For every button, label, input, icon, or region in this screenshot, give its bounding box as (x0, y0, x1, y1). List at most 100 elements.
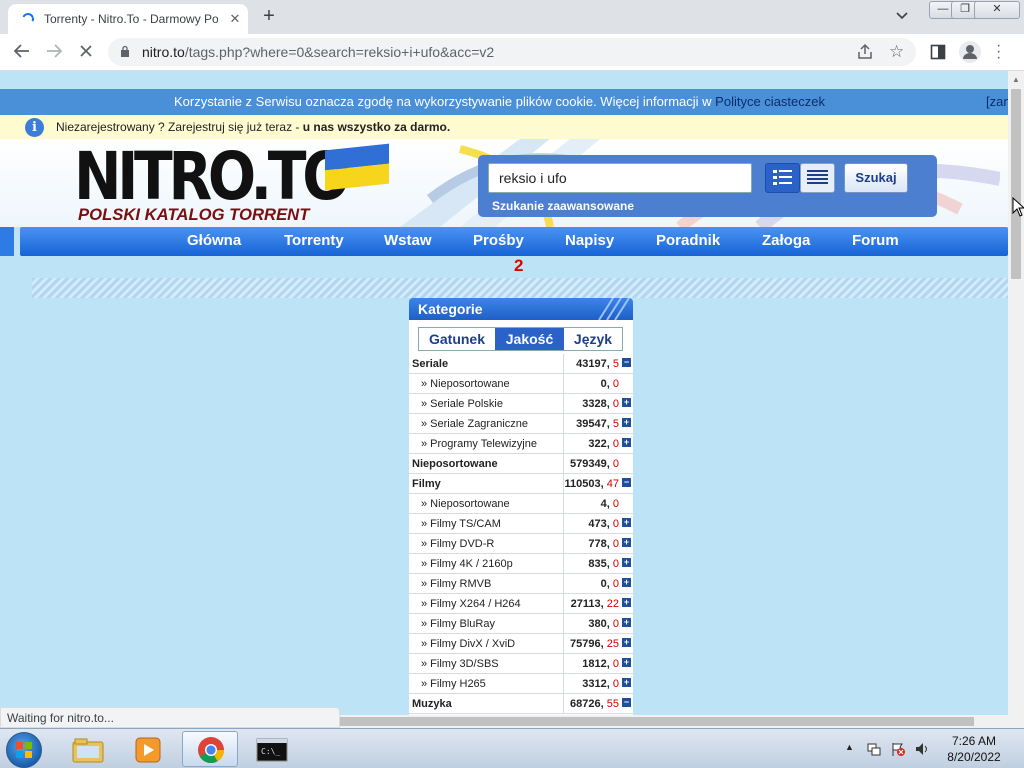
menu-kebab-icon[interactable]: · · · (996, 38, 1001, 66)
expand-icon[interactable]: + (622, 418, 631, 427)
collapse-icon[interactable]: − (622, 358, 631, 367)
nav-item-upload[interactable]: Wstaw (384, 232, 432, 249)
share-icon[interactable] (856, 43, 874, 66)
category-name[interactable]: » Nieposortowane (421, 378, 510, 390)
collapse-icon[interactable]: − (622, 698, 631, 707)
expand-icon[interactable]: + (622, 578, 631, 587)
url-text[interactable]: nitro.to/tags.php?where=0&search=reksio+… (142, 44, 494, 60)
start-button[interactable] (6, 732, 42, 768)
nav-item-forum[interactable]: Forum (852, 232, 899, 249)
expand-icon[interactable]: + (622, 398, 631, 407)
action-center-flag-icon[interactable] (890, 741, 906, 760)
category-row[interactable]: Filmy 110503, 47− (409, 474, 633, 494)
category-name[interactable]: Muzyka (412, 698, 452, 710)
requests-count-badge[interactable]: 2 (514, 256, 523, 276)
nav-item-subtitles[interactable]: Napisy (565, 232, 614, 249)
category-name[interactable]: » Seriale Zagraniczne (421, 418, 528, 430)
nav-item-staff[interactable]: Załoga (762, 232, 810, 249)
vertical-scroll-thumb[interactable] (1011, 89, 1021, 279)
address-bar[interactable]: nitro.to/tags.php?where=0&search=reksio+… (108, 38, 916, 66)
lock-icon[interactable] (120, 45, 130, 57)
category-row[interactable]: » Seriale Zagraniczne 39547, 5 + (409, 414, 633, 434)
search-input[interactable]: reksio i ufo (488, 163, 752, 193)
category-row[interactable]: » Filmy BluRay 380, 0 + (409, 614, 633, 634)
nav-item-torrents[interactable]: Torrenty (284, 232, 344, 249)
category-row[interactable]: Seriale 43197, 5− (409, 354, 633, 374)
detailed-view-button[interactable] (765, 163, 800, 193)
expand-icon[interactable]: + (622, 618, 631, 627)
expand-icon[interactable]: + (622, 598, 631, 607)
category-name[interactable]: » Programy Telewizyjne (421, 438, 537, 450)
cookie-policy-link[interactable]: Polityce ciasteczek (715, 94, 825, 109)
scroll-up-icon[interactable]: ▲ (1012, 75, 1020, 84)
volume-icon[interactable] (914, 741, 930, 760)
category-name[interactable]: » Filmy DivX / XviD (421, 638, 515, 650)
search-button[interactable]: Szukaj (844, 163, 908, 193)
horizontal-scroll-thumb[interactable] (340, 717, 974, 726)
window-close-button[interactable]: ✕ (974, 1, 1020, 19)
category-row[interactable]: » Filmy TS/CAM 473, 0 + (409, 514, 633, 534)
category-name[interactable]: » Filmy RMVB (421, 578, 491, 590)
cookie-close-link[interactable]: [zan (986, 89, 1008, 115)
category-row[interactable]: » Filmy H265 3312, 0 + (409, 674, 633, 694)
category-name[interactable]: » Filmy 3D/SBS (421, 658, 499, 670)
collapse-icon[interactable]: − (622, 478, 631, 487)
network-icon[interactable] (866, 741, 882, 760)
category-name[interactable]: » Filmy TS/CAM (421, 518, 501, 530)
category-row[interactable]: Muzyka 68726, 55− (409, 694, 633, 714)
category-name[interactable]: Filmy (412, 478, 441, 490)
category-name[interactable]: Nieposortowane (412, 458, 498, 470)
tab-search-chevron-icon[interactable] (896, 9, 908, 23)
expand-icon[interactable]: + (622, 678, 631, 687)
category-row[interactable]: » Filmy 3D/SBS 1812, 0 + (409, 654, 633, 674)
show-hidden-icons-button[interactable]: ▲ (845, 742, 854, 752)
category-row[interactable]: » Filmy 4K / 2160p 835, 0 + (409, 554, 633, 574)
compact-view-button[interactable] (800, 163, 835, 193)
category-name[interactable]: » Seriale Polskie (421, 398, 503, 410)
taskbar-explorer[interactable] (60, 731, 116, 767)
category-row[interactable]: » Seriale Polskie 3328, 0 + (409, 394, 633, 414)
category-name[interactable]: Seriale (412, 358, 448, 370)
browser-tab[interactable]: Torrenty - Nitro.To - Darmowy Po ✕ (8, 4, 248, 34)
category-row[interactable]: » Filmy DivX / XviD 75796, 25 + (409, 634, 633, 654)
back-arrow-icon[interactable] (12, 42, 32, 62)
expand-icon[interactable]: + (622, 658, 631, 667)
category-row[interactable]: » Programy Telewizyjne 322, 0 + (409, 434, 633, 454)
category-row[interactable]: » Filmy RMVB 0, 0 + (409, 574, 633, 594)
taskbar-media-player[interactable] (120, 731, 176, 767)
forward-arrow-icon[interactable] (44, 42, 64, 62)
category-row[interactable]: Nieposortowane 579349, 0 (409, 454, 633, 474)
category-row[interactable]: » Nieposortowane 4, 0 (409, 494, 633, 514)
category-row[interactable]: » Filmy X264 / H264 27113, 22 + (409, 594, 633, 614)
system-clock[interactable]: 7:26 AM 8/20/2022 (934, 733, 1014, 765)
category-name[interactable]: » Filmy X264 / H264 (421, 598, 521, 610)
nav-item-requests[interactable]: Prośby (473, 232, 524, 249)
tab-quality[interactable]: Jakość (495, 328, 564, 350)
expand-icon[interactable]: + (622, 638, 631, 647)
expand-icon[interactable]: + (622, 558, 631, 567)
stop-loading-icon[interactable] (76, 42, 96, 62)
taskbar-chrome[interactable] (182, 731, 238, 767)
expand-icon[interactable]: + (622, 518, 631, 527)
register-text[interactable]: Niezarejestrowany ? Zarejestruj się już … (56, 120, 303, 134)
advanced-search-link[interactable]: Szukanie zaawansowane (492, 199, 634, 213)
tab-genre[interactable]: Gatunek (419, 328, 495, 350)
tab-close-icon[interactable]: ✕ (226, 10, 244, 28)
bookmark-star-icon[interactable]: ☆ (889, 42, 904, 62)
category-row[interactable]: » Filmy DVD-R 778, 0 + (409, 534, 633, 554)
horizontal-scrollbar[interactable] (340, 715, 1008, 728)
category-name[interactable]: » Filmy DVD-R (421, 538, 494, 550)
nav-item-guide[interactable]: Poradnik (656, 232, 720, 249)
tab-language[interactable]: Język (564, 328, 622, 350)
new-tab-button[interactable]: + (258, 6, 280, 28)
category-name[interactable]: » Nieposortowane (421, 498, 510, 510)
site-logo[interactable]: NITRO.TO (74, 144, 350, 210)
taskbar-cmd[interactable]: C:\_ (244, 731, 300, 767)
expand-icon[interactable]: + (622, 538, 631, 547)
vertical-scrollbar[interactable]: ▲ (1008, 71, 1024, 728)
category-name[interactable]: » Filmy 4K / 2160p (421, 558, 513, 570)
category-row[interactable]: » Nieposortowane 0, 0 (409, 374, 633, 394)
nav-item-home[interactable]: Główna (187, 232, 241, 249)
profile-avatar-icon[interactable] (959, 41, 981, 63)
side-panel-icon[interactable] (930, 44, 946, 65)
